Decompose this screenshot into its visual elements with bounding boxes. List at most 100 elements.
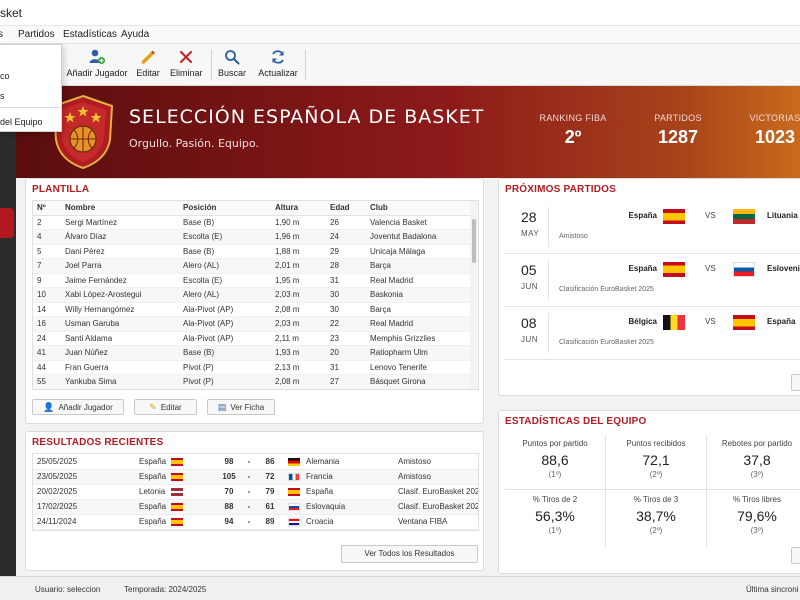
player-row[interactable]: 2 Sergi Martínez Base (B) 1,90 m 26 Valencia …	[33, 215, 478, 230]
team-stat-rank: (2º)	[649, 470, 663, 479]
flag-es-icon	[171, 472, 183, 481]
team-banner: SELECCIÓN ESPAÑOLA DE BASKET Orgullo. Pa…	[16, 86, 800, 178]
team-stat-rank: (1º)	[548, 470, 562, 479]
team-stats-grid: Puntos por partido 88,6 (1º) Puntos recibid…	[505, 435, 800, 547]
dropdown-item-team[interactable]: del Equipo	[0, 117, 43, 127]
player-cell-position: Base (B)	[179, 215, 271, 230]
menu-item-estadisticas[interactable]: Estadísticas	[63, 29, 117, 40]
edit-player-button[interactable]: ✎ Editar	[134, 399, 197, 415]
result-row[interactable]: 20/02/2025 Letonia 70-79 España Clasif. Euro…	[33, 484, 478, 500]
player-cell-position: Ala-Pivot (AP)	[179, 316, 271, 332]
player-row[interactable]: 9 Jaime Fernández Escolta (E) 1,95 m 31 Real …	[33, 273, 478, 288]
player-row[interactable]: 10 Xabi López-Arostegui Alero (AL) 2,03 m 30…	[33, 287, 478, 303]
col-header-height[interactable]: Altura	[271, 201, 326, 216]
col-header-club[interactable]: Club	[366, 201, 478, 216]
sidebar-active-item[interactable]	[0, 208, 14, 238]
player-cell-number: 14	[33, 302, 61, 317]
menu-item-file[interactable]: s	[0, 29, 3, 40]
proximos-more-button[interactable]	[791, 374, 800, 391]
player-row[interactable]: 24 Santi Aldama Ala-Pivot (AP) 2,11 m 23 Memp…	[33, 331, 478, 346]
player-row[interactable]: 4 Álvaro Díaz Escolta (E) 1,96 m 24 Joventut …	[33, 229, 478, 245]
team-stat-value: 37,8	[743, 452, 771, 468]
result-home-score: 88	[212, 499, 242, 515]
proximos-title: PRÓXIMOS PARTIDOS	[505, 184, 617, 195]
player-row[interactable]: 44 Fran Guerra Pivot (P) 2,13 m 31 Lenovo Ten…	[33, 360, 478, 375]
player-row[interactable]: 16 Usman Garuba Ala-Pivot (AP) 2,03 m 22 Real…	[33, 316, 478, 332]
estadisticas-more-button[interactable]	[791, 547, 800, 564]
player-cell-name: Fran Guerra	[61, 360, 179, 375]
team-stat-label: % Tiros de 2	[532, 495, 578, 504]
view-card-button[interactable]: ▤ Ver Ficha	[207, 399, 275, 415]
col-header-age[interactable]: Edad	[326, 201, 366, 216]
search-toolbar-button[interactable]: Buscar	[218, 48, 246, 78]
match-divider	[548, 313, 549, 353]
refresh-toolbar-button[interactable]: Actualizar	[258, 48, 298, 78]
player-row[interactable]: 14 Willy Hernangómez Ala-Pivot (AP) 2,08 m3…	[33, 302, 478, 317]
player-cell-name: Yankuba Sima	[61, 374, 179, 389]
result-away-flag	[284, 499, 302, 515]
col-header-name[interactable]: Nombre	[61, 201, 179, 216]
team-stat-cell: % Tiros de 3 38,7% (2º)	[606, 491, 706, 549]
menu-item-ayuda[interactable]: Ayuda	[121, 29, 149, 40]
edit-toolbar-button[interactable]: Editar	[134, 48, 162, 78]
upcoming-match[interactable]: 08 JUN Bélgica VS España Clasificación EuroBa…	[505, 307, 800, 360]
result-date: 23/05/2025	[33, 469, 135, 485]
dropdown-item-1[interactable]: co	[0, 71, 10, 81]
player-cell-number: 10	[33, 287, 61, 303]
players-scrollbar[interactable]	[470, 201, 478, 389]
match-day: 05	[521, 262, 537, 278]
player-row[interactable]: 7 Joel Parra Alero (AL) 2,01 m 28 Barça	[33, 258, 478, 274]
result-away-flag	[284, 484, 302, 500]
player-cell-height: 1,93 m	[271, 345, 326, 361]
player-row[interactable]: 55 Yankuba Sima Pivot (P) 2,08 m 27 Básquet G…	[33, 374, 478, 389]
flag-es-icon	[733, 315, 755, 330]
upcoming-match[interactable]: 05 JUN España VS Eslovenia Clasificación Euro…	[505, 254, 800, 307]
player-cell-club: Real Madrid	[366, 316, 478, 332]
team-stat-cell: % Tiros de 2 56,3% (1º)	[505, 491, 605, 549]
toolbar-separator	[305, 50, 306, 80]
document-icon: ▤	[217, 402, 227, 412]
player-cell-number: 9	[33, 273, 61, 288]
player-cell-number: 2	[33, 215, 61, 230]
col-header-number[interactable]: Nº	[33, 201, 61, 216]
view-all-results-button[interactable]: Ver Todos los Resultados	[341, 545, 478, 563]
result-home-flag	[167, 514, 212, 530]
match-competition: Clasificación EuroBasket 2025	[559, 286, 654, 293]
player-cell-age: 30	[326, 287, 366, 303]
add-player-toolbar-button[interactable]: Añadir Jugador	[66, 48, 128, 78]
player-cell-position: Pivot (P)	[179, 374, 271, 389]
player-row[interactable]: 5 Dani Pérez Base (B) 1,88 m 29 Unicaja Málag…	[33, 244, 478, 259]
dropdown-item-2[interactable]: s	[0, 91, 5, 101]
result-row[interactable]: 23/05/2025 España 105-72 Francia Amistoso	[33, 469, 478, 485]
player-cell-height: 1,96 m	[271, 229, 326, 245]
player-cell-club: Joventut Badalona	[366, 229, 478, 245]
result-row[interactable]: 25/05/2025 España 98-86 Alemania Amistoso	[33, 454, 478, 470]
result-away-score: 61	[252, 499, 284, 515]
player-cell-height: 1,95 m	[271, 273, 326, 288]
result-home-team: España	[135, 469, 167, 485]
result-row[interactable]: 17/02/2025 España 88-61 Eslovaquia Clasif. E…	[33, 499, 478, 515]
result-row[interactable]: 24/11/2024 España 94-89 Croacia Ventana FIBA	[33, 514, 478, 530]
col-header-position[interactable]: Posición	[179, 201, 271, 216]
refresh-label: Actualizar	[258, 68, 298, 78]
result-away-flag	[284, 454, 302, 470]
player-cell-height: 2,03 m	[271, 287, 326, 303]
players-scrollbar-thumb[interactable]	[472, 219, 476, 263]
flag-lv-icon	[171, 487, 183, 496]
result-home-flag	[167, 469, 212, 485]
player-cell-number: 7	[33, 258, 61, 274]
toolbar: Añadir Jugador Editar Eliminar Buscar Ac…	[0, 44, 800, 86]
player-row[interactable]: 41 Juan Núñez Base (B) 1,93 m 20 Ratiopharm U…	[33, 345, 478, 361]
players-table-container: Nº Nombre Posición Altura Edad Club 2 Ser…	[32, 200, 479, 390]
delete-toolbar-button[interactable]: Eliminar	[170, 48, 203, 78]
add-player-button[interactable]: 👤 Añadir Jugador	[32, 399, 124, 415]
player-cell-position: Escolta (E)	[179, 273, 271, 288]
upcoming-match[interactable]: 28 MAY España VS Lituania Amistoso	[505, 201, 800, 254]
upcoming-matches-list: 28 MAY España VS Lituania Amistoso 05 JUN España…	[505, 201, 800, 371]
team-stat-value: 56,3%	[535, 508, 575, 524]
player-cell-number: 44	[33, 360, 61, 375]
match-day: 08	[521, 315, 537, 331]
status-season: Temporada: 2024/2025	[124, 585, 207, 594]
menu-item-partidos[interactable]: Partidos	[18, 29, 55, 40]
match-home-team: España	[628, 264, 657, 273]
